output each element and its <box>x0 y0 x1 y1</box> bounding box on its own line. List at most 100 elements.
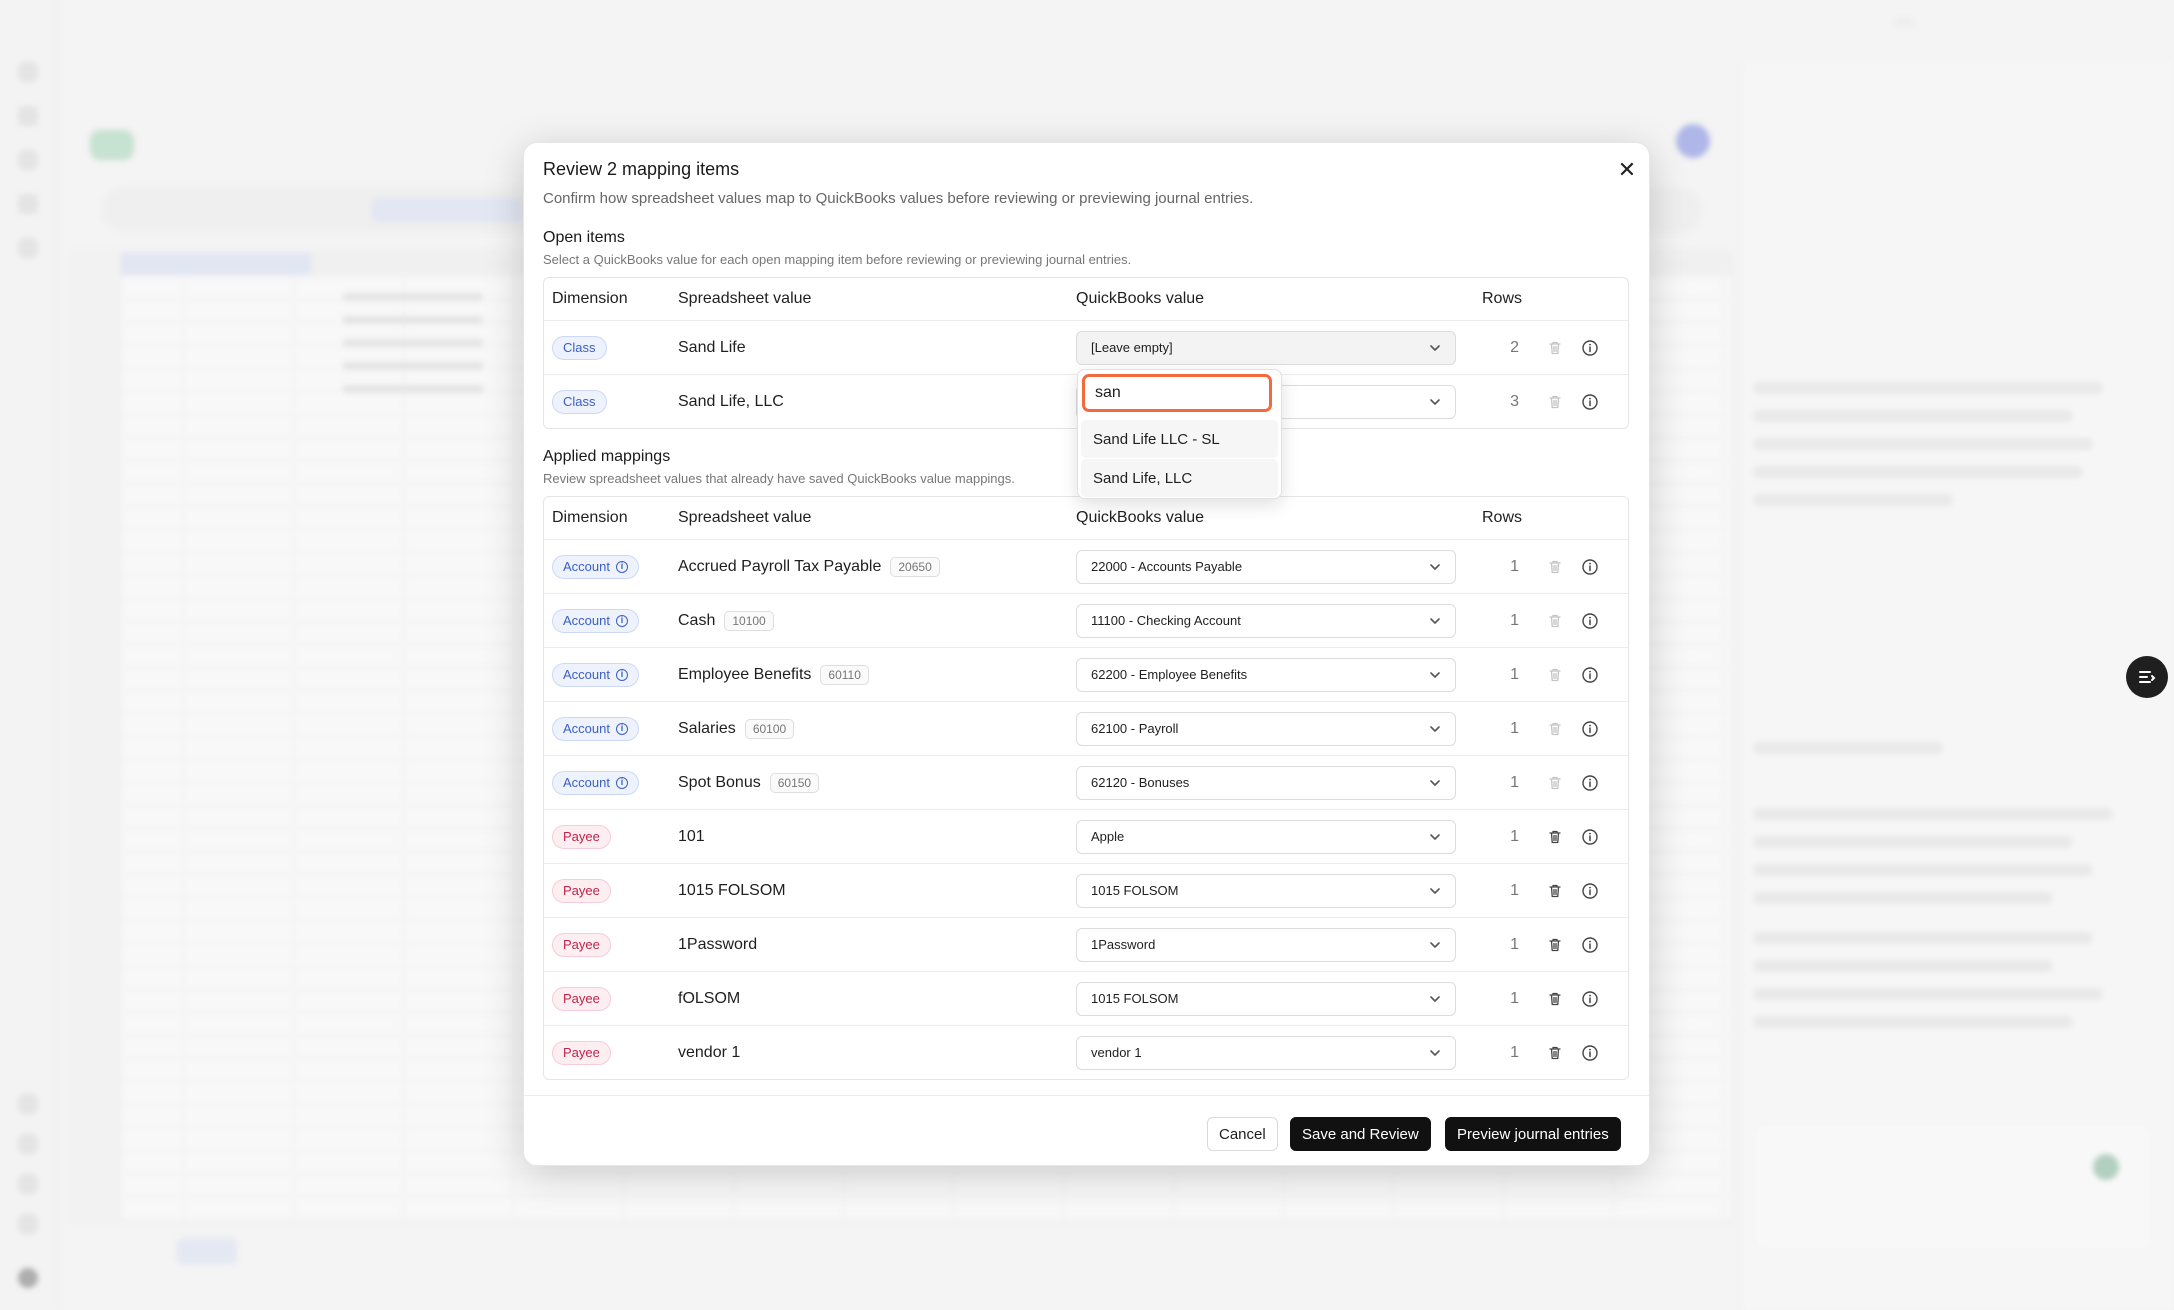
selected-value: 22000 - Accounts Payable <box>1091 559 1243 574</box>
dropdown-search-input[interactable] <box>1082 374 1272 412</box>
info-icon[interactable] <box>1579 610 1601 632</box>
quickbooks-value-select[interactable]: 1015 FOLSOM <box>1076 873 1456 908</box>
save-and-review-button[interactable]: Save and Review <box>1290 1117 1431 1151</box>
quickbooks-value-select[interactable]: 62200 - Employee Benefits <box>1076 657 1456 692</box>
applied-mappings-description: Review spreadsheet values that already h… <box>543 471 1015 486</box>
trash-icon[interactable] <box>1544 772 1566 794</box>
info-icon[interactable] <box>1579 337 1601 359</box>
spreadsheet-value: Accrued Payroll Tax Payable <box>678 557 882 575</box>
quickbooks-value-dropdown: Sand Life LLC - SL Sand Life, LLC <box>1077 369 1282 499</box>
account-code: 20650 <box>890 556 940 577</box>
col-rows: Rows <box>1482 509 1523 526</box>
quickbooks-value-select[interactable]: 62120 - Bonuses <box>1076 765 1456 800</box>
table-row: Payee 101 Apple 1 <box>544 809 1628 863</box>
dimension-badge-class: Class <box>552 389 607 414</box>
selected-value: 62200 - Employee Benefits <box>1091 667 1248 682</box>
applied-mappings-table: Dimension Spreadsheet value QuickBooks v… <box>543 496 1629 1080</box>
info-icon[interactable] <box>1579 556 1601 578</box>
selected-value: [Leave empty] <box>1091 340 1173 355</box>
trash-icon[interactable] <box>1544 391 1566 413</box>
info-icon[interactable] <box>1579 664 1601 686</box>
table-row: Class Sand Life [Leave empty] 2 <box>544 320 1628 374</box>
selected-value: 1015 FOLSOM <box>1091 991 1179 1006</box>
col-spreadsheet-value: Spreadsheet value <box>678 290 812 307</box>
row-count: 1 <box>1510 881 1519 899</box>
spreadsheet-value: 101 <box>678 827 705 845</box>
info-icon[interactable] <box>1579 391 1601 413</box>
quickbooks-value-select[interactable]: vendor 1 <box>1076 1035 1456 1070</box>
quickbooks-value-select[interactable]: 1Password <box>1076 927 1456 962</box>
trash-icon[interactable] <box>1544 826 1566 848</box>
row-count: 1 <box>1510 557 1519 575</box>
open-items-description: Select a QuickBooks value for each open … <box>543 252 1132 267</box>
selected-value: vendor 1 <box>1091 1045 1142 1060</box>
preview-journal-entries-button[interactable]: Preview journal entries <box>1445 1117 1621 1151</box>
account-code: 60150 <box>769 772 820 793</box>
trash-icon[interactable] <box>1544 337 1566 359</box>
dimension-badge-class: Class <box>552 335 607 360</box>
row-count: 1 <box>1510 935 1519 953</box>
table-row: Account i Cash 10100 11100 - Checking Accoun… <box>544 593 1628 647</box>
spreadsheet-value: Salaries <box>678 719 736 737</box>
trash-icon[interactable] <box>1544 556 1566 578</box>
info-icon[interactable] <box>1579 934 1601 956</box>
row-count: 1 <box>1510 827 1519 845</box>
spreadsheet-value: Employee Benefits <box>678 665 812 683</box>
row-count: 2 <box>1510 338 1519 356</box>
dimension-badge-account: Account i <box>552 608 639 633</box>
list-icon <box>2126 656 2168 698</box>
quickbooks-value-select[interactable]: 22000 - Accounts Payable <box>1076 549 1456 584</box>
col-dimension: Dimension <box>552 290 628 307</box>
dropdown-option[interactable]: Sand Life, LLC <box>1081 459 1278 497</box>
spreadsheet-value: Cash <box>678 611 716 629</box>
dimension-badge-account: Account i <box>552 554 639 579</box>
mapping-review-dialog: Review 2 mapping items Confirm how sprea… <box>523 142 1650 1166</box>
quickbooks-value-select[interactable]: 11100 - Checking Account <box>1076 603 1456 638</box>
selected-value: 62120 - Bonuses <box>1091 775 1190 790</box>
info-icon: i <box>615 668 628 681</box>
info-icon[interactable] <box>1579 880 1601 902</box>
info-icon: i <box>615 722 628 735</box>
quickbooks-value-select[interactable]: 1015 FOLSOM <box>1076 981 1456 1016</box>
trash-icon[interactable] <box>1544 664 1566 686</box>
dropdown-option[interactable]: Sand Life LLC - SL <box>1081 420 1278 458</box>
spreadsheet-value: vendor 1 <box>678 1043 741 1061</box>
row-count: 1 <box>1510 773 1519 791</box>
row-count: 1 <box>1510 989 1519 1007</box>
trash-icon[interactable] <box>1544 1042 1566 1064</box>
info-icon[interactable] <box>1579 1042 1601 1064</box>
account-code: 10100 <box>724 610 774 631</box>
spreadsheet-value: fOLSOM <box>678 989 741 1007</box>
table-header: Dimension Spreadsheet value QuickBooks v… <box>544 278 1628 320</box>
table-row: Account i Salaries 60100 62100 - Payroll 1 <box>544 701 1628 755</box>
col-quickbooks-value: QuickBooks value <box>1076 290 1205 307</box>
selected-value: 1Password <box>1091 937 1156 952</box>
info-icon[interactable] <box>1579 988 1601 1010</box>
quickbooks-value-select[interactable]: [Leave empty] <box>1076 330 1456 365</box>
dimension-badge-payee: Payee <box>552 824 611 849</box>
table-row: Payee vendor 1 vendor 1 1 <box>544 1025 1628 1079</box>
quickbooks-value-select[interactable]: 62100 - Payroll <box>1076 711 1456 746</box>
dimension-badge-payee: Payee <box>552 878 611 903</box>
trash-icon[interactable] <box>1544 610 1566 632</box>
info-icon[interactable] <box>1579 772 1601 794</box>
selected-value: Apple <box>1091 829 1125 844</box>
applied-mappings-title: Applied mappings <box>543 448 671 465</box>
close-icon: ✕ <box>1617 157 1637 182</box>
trash-icon[interactable] <box>1544 718 1566 740</box>
trash-icon[interactable] <box>1544 880 1566 902</box>
trash-icon[interactable] <box>1544 988 1566 1010</box>
close-button[interactable]: ✕ <box>1613 156 1641 184</box>
cancel-button[interactable]: Cancel <box>1207 1117 1278 1151</box>
trash-icon[interactable] <box>1544 934 1566 956</box>
table-header: Dimension Spreadsheet value QuickBooks v… <box>544 497 1628 539</box>
dimension-badge-account: Account i <box>552 662 639 687</box>
dimension-badge-payee: Payee <box>552 986 611 1011</box>
table-row: Account i Accrued Payroll Tax Payable 20650… <box>544 539 1628 593</box>
account-code: 60100 <box>744 718 795 739</box>
table-row: Account i Employee Benefits 60110 62200 - Em… <box>544 647 1628 701</box>
quickbooks-value-select[interactable]: Apple <box>1076 819 1456 854</box>
info-icon[interactable] <box>1579 826 1601 848</box>
info-icon[interactable] <box>1579 718 1601 740</box>
open-items-title: Open items <box>543 229 625 246</box>
